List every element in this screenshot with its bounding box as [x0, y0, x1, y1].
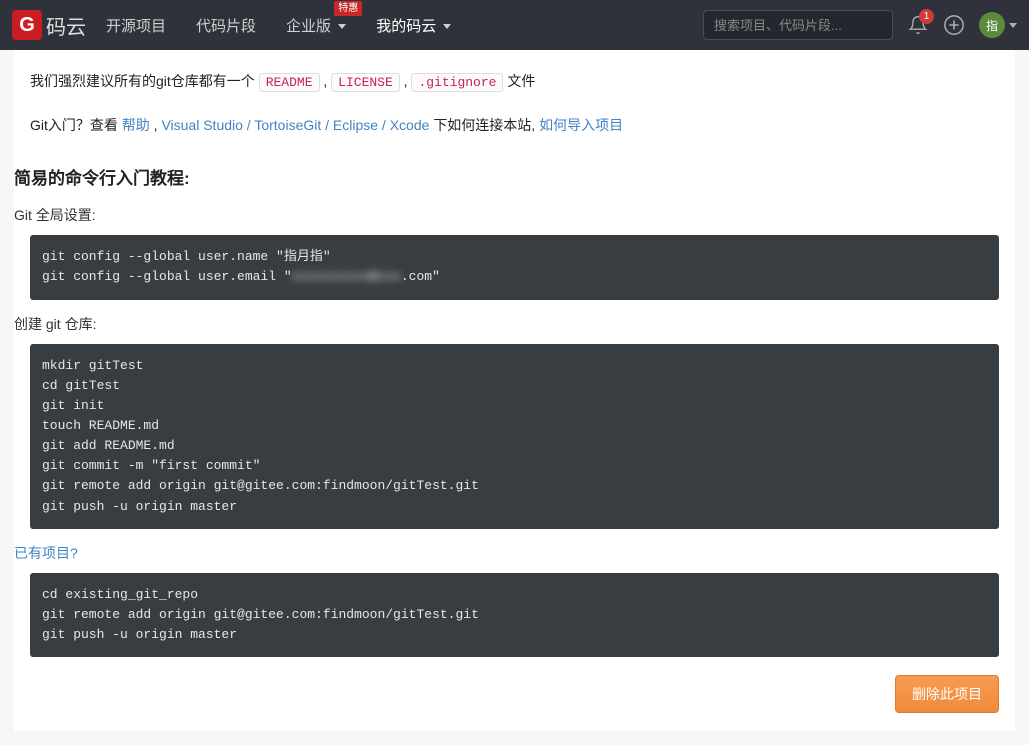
intro-text: Git入门？查看 [30, 117, 122, 133]
intro-text: 文件 [507, 73, 535, 89]
logo-text: 码云 [46, 11, 86, 40]
existing-project-heading[interactable]: 已有项目? [14, 543, 1015, 563]
nav-mine[interactable]: 我的码云 [376, 15, 451, 36]
logo[interactable]: G 码云 [12, 10, 86, 40]
notif-badge: 1 [919, 9, 934, 24]
search-input[interactable] [703, 10, 893, 40]
nav-links: 开源项目 代码片段 企业版 特惠 我的码云 [106, 15, 451, 36]
link-import[interactable]: 如何导入项目 [539, 117, 623, 133]
delete-project-button[interactable]: 删除此项目 [895, 675, 999, 713]
code-text: .com" [401, 269, 440, 284]
code-global[interactable]: git config --global user.name "指月指" git … [30, 235, 999, 299]
nav-snippets[interactable]: 代码片段 [196, 15, 256, 36]
tutorial-heading: 简易的命令行入门教程: [14, 164, 1015, 189]
navbar: G 码云 开源项目 代码片段 企业版 特惠 我的码云 1 [0, 0, 1029, 50]
plus-circle-icon [943, 14, 965, 36]
nav-mine-label: 我的码云 [376, 18, 436, 35]
code-text: git config --global user.name "指月指" git … [42, 249, 331, 284]
global-settings-heading: Git 全局设置: [14, 205, 1015, 225]
chevron-down-icon [1009, 23, 1017, 28]
tag-gitignore: .gitignore [411, 73, 503, 92]
avatar: 指 [979, 12, 1005, 38]
code-create[interactable]: mkdir gitTest cd gitTest git init touch … [30, 344, 999, 529]
chevron-down-icon [338, 24, 346, 29]
link-ides[interactable]: Visual Studio / TortoiseGit / Eclipse / … [161, 117, 429, 133]
intro-line-2: Git入门？查看 帮助 , Visual Studio / TortoiseGi… [30, 112, 999, 139]
main-content: 我们强烈建议所有的git仓库都有一个 README , LICENSE , .g… [14, 50, 1015, 731]
logo-icon: G [12, 10, 42, 40]
intro-text: 下如何连接本站, [433, 117, 539, 133]
create-button[interactable] [943, 14, 965, 36]
blurred-email: xxxxxxxxxx@xxx [292, 269, 401, 284]
user-menu[interactable]: 指 [979, 12, 1017, 38]
code-existing[interactable]: cd existing_git_repo git remote add orig… [30, 573, 999, 657]
promo-badge: 特惠 [334, 1, 362, 16]
notifications-button[interactable]: 1 [907, 14, 929, 36]
footer-row: 删除此项目 [30, 675, 999, 713]
tag-license: LICENSE [331, 73, 400, 92]
tag-readme: README [259, 73, 320, 92]
nav-enterprise-label: 企业版 [286, 18, 331, 35]
nav-right: 1 指 [703, 10, 1017, 40]
nav-projects[interactable]: 开源项目 [106, 15, 166, 36]
intro-line-1: 我们强烈建议所有的git仓库都有一个 README , LICENSE , .g… [30, 68, 999, 96]
chevron-down-icon [443, 24, 451, 29]
sep: , [323, 73, 331, 89]
create-repo-heading: 创建 git 仓库: [14, 314, 1015, 334]
intro-text: 我们强烈建议所有的git仓库都有一个 [30, 73, 259, 89]
nav-enterprise[interactable]: 企业版 特惠 [286, 15, 346, 36]
link-help[interactable]: 帮助 [122, 117, 150, 133]
